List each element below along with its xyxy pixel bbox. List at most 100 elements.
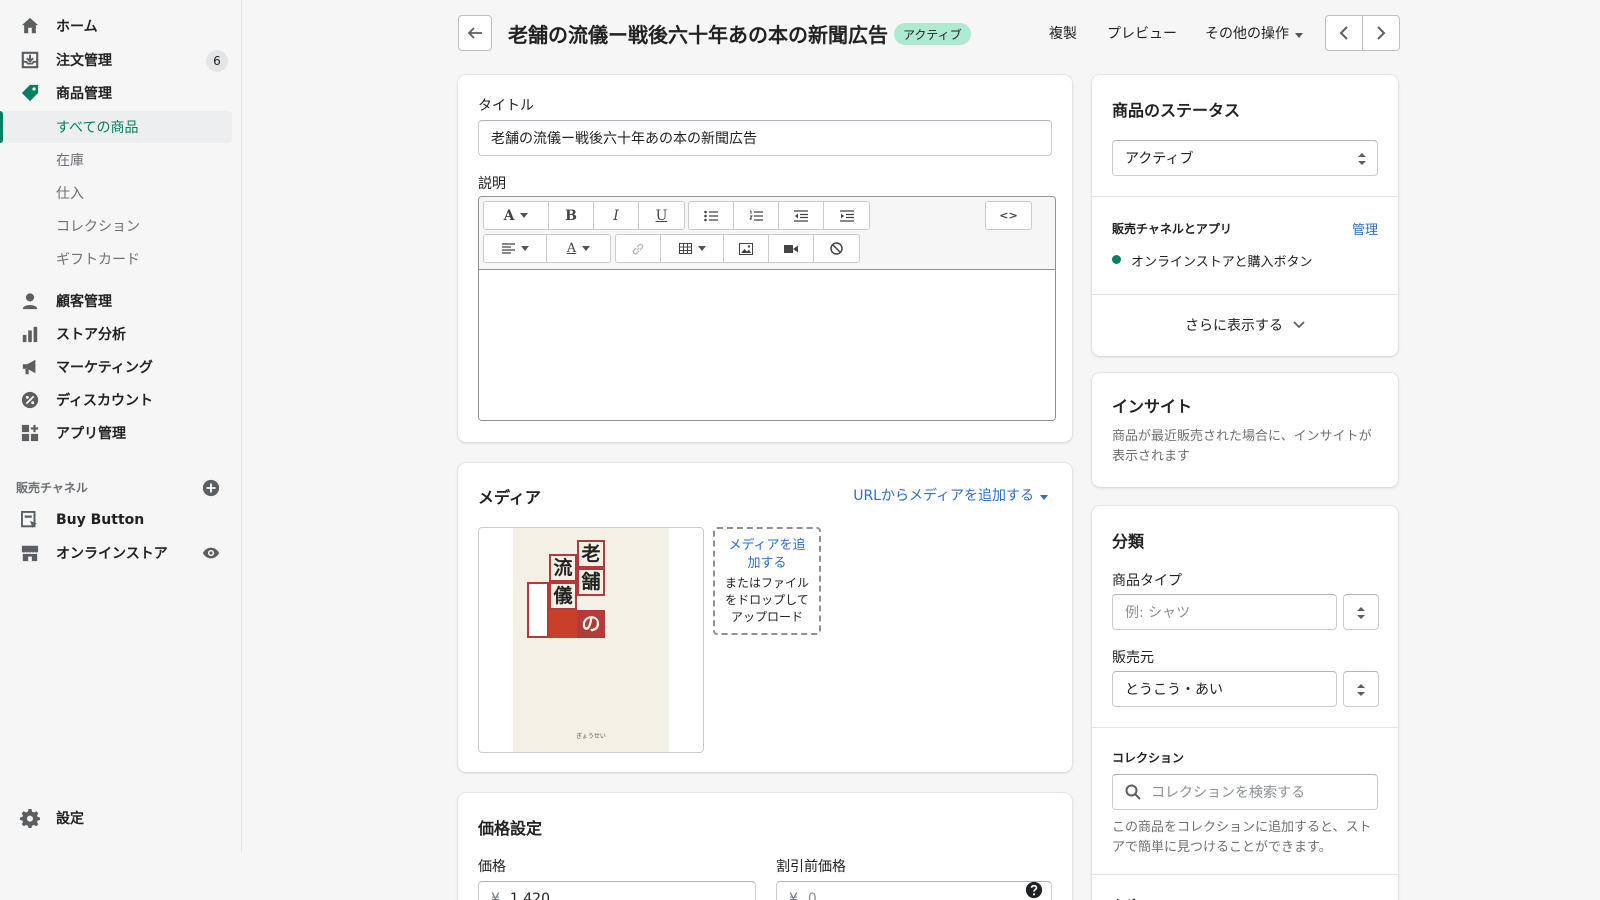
sidebar-subitem-collections[interactable]: コレクション (0, 210, 232, 242)
sidebar-item-products[interactable]: 商品管理 (0, 77, 232, 109)
search-icon (1125, 784, 1141, 800)
title-label: タイトル (478, 98, 534, 114)
duplicate-button[interactable]: 複製 (1049, 23, 1077, 43)
help-icon[interactable] (1025, 881, 1043, 900)
show-more-label: さらに表示する (1185, 318, 1283, 334)
sidebar-item-label: ストア分析 (56, 327, 126, 343)
sidebar-item-online-store[interactable]: オンラインストア (0, 537, 232, 569)
italic-button[interactable]: I (594, 202, 639, 229)
font-style-button[interactable]: A (484, 202, 549, 229)
compare-price-label: 割引前価格 (776, 859, 846, 875)
cover-publisher: ぎょうせい (576, 733, 606, 740)
compare-price-value: 0 (807, 891, 817, 900)
sidebar-item-label: Buy Button (56, 512, 145, 528)
collections-search-input[interactable]: コレクションを検索する (1112, 774, 1378, 810)
collections-placeholder: コレクションを検索する (1151, 785, 1305, 801)
previous-product-button[interactable] (1326, 16, 1363, 50)
sidebar-item-marketing[interactable]: マーケティング (0, 351, 232, 383)
sidebar-subitem-all-products[interactable]: すべての商品 (0, 111, 232, 143)
cover-char: 舗 (577, 568, 605, 596)
back-button[interactable] (458, 15, 492, 51)
media-dropzone[interactable]: メディアを追加する またはファイルをドロップしてアップロード (713, 527, 821, 635)
add-media-from-url-button[interactable]: URLからメディアを追加する (853, 485, 1048, 505)
sidebar-item-analytics[interactable]: ストア分析 (0, 318, 232, 350)
vendor-input[interactable]: とうこう・あい (1112, 671, 1337, 707)
sidebar-item-label: 商品管理 (56, 86, 112, 102)
sidebar-subitem-label: 在庫 (56, 153, 84, 169)
text-color-icon[interactable]: A (547, 235, 610, 262)
product-image[interactable]: 老 舗 流 儀 の ぎょうせい (478, 527, 704, 753)
tags-label: タグ (1112, 896, 1136, 900)
status-select-value: アクティブ (1125, 151, 1194, 167)
show-more-button[interactable]: さらに表示する (1092, 294, 1398, 356)
sidebar-item-label: マーケティング (56, 360, 153, 376)
bullet-list-icon[interactable] (689, 202, 734, 229)
product-type-select[interactable] (1343, 594, 1379, 630)
sidebar-item-discounts[interactable]: ディスカウント (0, 384, 232, 416)
page-title: 老舗の流儀ー戦後六十年あの本の新聞広告 (508, 23, 888, 47)
sidebar-subitem-inventory[interactable]: 在庫 (0, 144, 232, 176)
channel-active-dot (1112, 255, 1121, 264)
next-product-button[interactable] (1363, 16, 1400, 50)
align-icon[interactable] (484, 235, 547, 262)
description-text-area[interactable] (479, 270, 1055, 420)
cover-red-block (549, 610, 577, 638)
clear-formatting-icon[interactable] (814, 235, 859, 262)
sidebar-item-buy-button[interactable]: Buy Button (0, 504, 232, 536)
buy-button-icon (20, 510, 40, 530)
align-color-group: A (483, 234, 611, 263)
collections-help-text: この商品をコレクションに追加すると、ストアで簡単に見つけることができます。 (1112, 820, 1372, 855)
megaphone-icon (20, 357, 40, 377)
numbered-list-icon[interactable] (734, 202, 779, 229)
chevron-left-icon (1339, 26, 1348, 40)
sidebar-subitem-label: ギフトカード (56, 252, 140, 268)
sidebar-subitem-purchase[interactable]: 仕入 (0, 177, 232, 209)
sidebar-item-label: ホーム (56, 19, 98, 35)
sidebar-subitem-label: 仕入 (56, 186, 84, 202)
sidebar-item-settings[interactable]: 設定 (0, 802, 232, 834)
sidebar-item-label: 注文管理 (56, 53, 112, 69)
chevron-right-icon (1377, 26, 1386, 40)
underline-button[interactable]: U (639, 202, 684, 229)
insights-title: インサイト (1112, 397, 1193, 416)
sidebar-item-apps[interactable]: アプリ管理 (0, 417, 232, 449)
html-group: <> (985, 201, 1032, 230)
vendor-select[interactable] (1343, 671, 1379, 707)
video-icon[interactable] (769, 235, 814, 262)
sidebar-item-orders[interactable]: 注文管理 6 (0, 44, 232, 76)
divider (1092, 196, 1398, 197)
dropzone-hint: またはファイルをドロップしてアップロード (724, 575, 809, 624)
image-icon[interactable] (724, 235, 769, 262)
sidebar-subitem-gift-cards[interactable]: ギフトカード (0, 243, 232, 275)
vendor-label: 販売元 (1112, 650, 1154, 666)
select-arrows-icon (1357, 684, 1365, 696)
sidebar-item-customers[interactable]: 顧客管理 (0, 285, 232, 317)
indent-icon[interactable] (824, 202, 869, 229)
more-actions-label: その他の操作 (1205, 26, 1289, 42)
sales-channels-title: 販売チャネルとアプリ (1112, 222, 1232, 236)
status-select[interactable]: アクティブ (1112, 140, 1378, 176)
more-actions-button[interactable]: その他の操作 (1205, 23, 1303, 43)
arrow-left-icon (467, 27, 482, 39)
eye-icon[interactable] (202, 545, 220, 565)
editor-toolbar: A B I U <> A (479, 197, 1055, 270)
price-input[interactable]: ¥ 1,420 (478, 881, 756, 900)
outdent-icon[interactable] (779, 202, 824, 229)
preview-button[interactable]: プレビュー (1107, 23, 1177, 43)
product-type-input[interactable]: 例: シャツ (1112, 594, 1337, 630)
bold-button[interactable]: B (549, 202, 594, 229)
description-editor: A B I U <> A (478, 196, 1056, 421)
table-icon[interactable] (661, 235, 724, 262)
add-channel-icon[interactable] (202, 479, 220, 497)
code-view-icon[interactable]: <> (986, 202, 1031, 229)
cover-char: 老 (577, 540, 605, 568)
pricing-card: 価格設定 価格 ¥ 1,420 割引前価格 ¥ 0 (458, 793, 1072, 900)
title-input[interactable]: 老舗の流儀ー戦後六十年あの本の新聞広告 (478, 120, 1052, 156)
sidebar-item-home[interactable]: ホーム (0, 10, 232, 42)
link-icon[interactable] (616, 235, 661, 262)
compare-price-input[interactable]: ¥ 0 (776, 881, 1052, 900)
manage-channels-link[interactable]: 管理 (1352, 219, 1378, 238)
add-media-link[interactable]: メディアを追加する (724, 537, 810, 573)
page-header: 老舗の流儀ー戦後六十年あの本の新聞広告 アクティブ 複製 プレビュー その他の操… (458, 15, 1400, 51)
bar-chart-icon (20, 324, 40, 344)
